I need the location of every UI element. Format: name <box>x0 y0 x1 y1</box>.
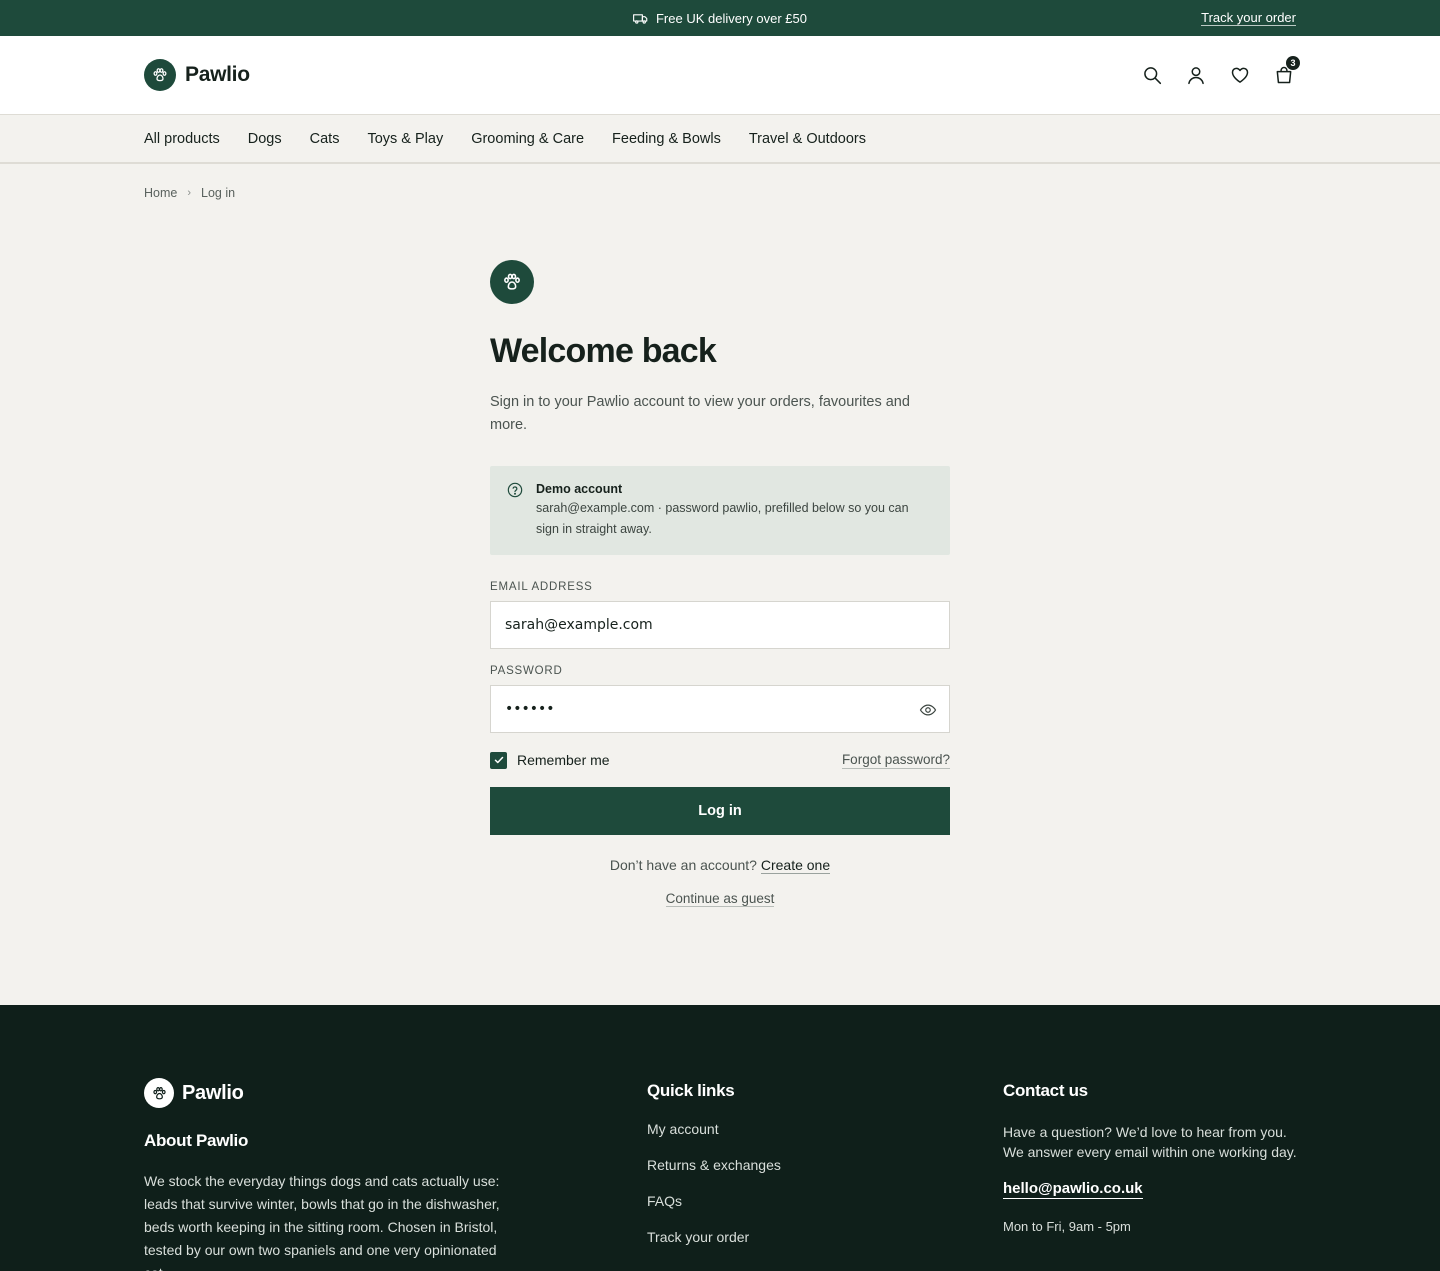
category-nav: All products Dogs Cats Toys & Play Groom… <box>0 114 1440 164</box>
announcement-text: Free UK delivery over £50 <box>655 10 807 26</box>
contact-text: Have a question? We’d love to hear from … <box>1003 1124 1297 1160</box>
about-text: We stock the everyday things dogs and ca… <box>144 1173 500 1271</box>
footer-link-returns[interactable]: Returns & exchanges <box>647 1157 781 1173</box>
quick-links-heading: Quick links <box>647 1081 735 1100</box>
paw-icon <box>144 59 176 91</box>
footer-brand-name: Pawlio <box>182 1081 244 1104</box>
brand-name: Pawlio <box>185 63 250 86</box>
contact-heading: Contact us <box>1003 1081 1088 1100</box>
paw-icon <box>490 260 534 304</box>
remember-label: Remember me <box>517 752 610 768</box>
breadcrumb-current: Log in <box>201 186 236 200</box>
user-icon <box>1188 67 1204 85</box>
password-label: Password <box>490 665 563 677</box>
cart-button[interactable]: 3 <box>1272 56 1300 87</box>
contact-hours: Mon to Fri, 9am - 5pm <box>1003 1219 1131 1234</box>
nav-item-cats[interactable]: Cats <box>310 131 340 147</box>
announcement-message: Free UK delivery over £50 <box>633 11 807 26</box>
breadcrumb-home[interactable]: Home <box>144 186 177 200</box>
header-actions: 3 <box>1140 56 1300 87</box>
announcement-bar: Free UK delivery over £50 Track your ord… <box>0 0 1440 36</box>
truck-icon <box>633 13 648 24</box>
email-label: Email address <box>490 581 593 593</box>
chevron-right-icon: › <box>187 187 192 199</box>
search-button[interactable] <box>1140 63 1164 87</box>
continue-as-guest-link[interactable]: Continue as guest <box>665 891 775 907</box>
footer-about: Pawlio About Pawlio We stock the everyda… <box>144 1078 514 1271</box>
heart-icon <box>1231 67 1249 83</box>
remember-checkbox[interactable] <box>490 751 507 769</box>
nav-item-toys-play[interactable]: Toys & Play <box>367 131 443 147</box>
footer-contact: Contact us Have a question? We’d love to… <box>1003 1081 1303 1234</box>
password-field-wrapper <box>490 685 950 733</box>
help-circle-icon <box>507 482 523 498</box>
site-header: Pawlio 3 <box>0 36 1440 114</box>
guest-prompt: Continue as guest <box>490 891 950 907</box>
contact-email-link[interactable]: hello@pawlio.co.uk <box>1003 1180 1143 1199</box>
signup-prompt: Don’t have an account? Create one <box>490 857 950 874</box>
logo[interactable]: Pawlio <box>144 59 250 91</box>
email-field-wrapper <box>490 601 950 649</box>
account-button[interactable] <box>1184 63 1208 87</box>
footer-link-track-order[interactable]: Track your order <box>647 1229 749 1245</box>
breadcrumb: Home › Log in <box>0 186 1440 200</box>
site-footer: Pawlio About Pawlio We stock the everyda… <box>0 1005 1440 1271</box>
track-order-link[interactable]: Track your order <box>1201 10 1296 26</box>
page-title: Welcome back <box>490 332 717 370</box>
about-heading: About Pawlio <box>144 1131 249 1150</box>
check-icon <box>494 756 503 764</box>
nav-item-all-products[interactable]: All products <box>144 131 220 147</box>
nav-item-dogs[interactable]: Dogs <box>248 131 282 147</box>
login-form: Welcome back Sign in to your Pawlio acco… <box>490 260 950 907</box>
footer-quick-links: Quick links My account Returns & exchang… <box>647 1081 781 1265</box>
nav-item-grooming-care[interactable]: Grooming & Care <box>471 131 584 147</box>
form-options: Remember me Forgot password? <box>490 751 950 769</box>
demo-body: sarah@example.com · password pawlio, pre… <box>536 501 909 536</box>
search-icon <box>1144 67 1162 85</box>
password-field[interactable] <box>505 701 935 717</box>
no-account-text: Don’t have an account? <box>609 857 757 873</box>
forgot-password-link[interactable]: Forgot password? <box>841 751 950 769</box>
eye-icon[interactable] <box>919 701 937 719</box>
footer-logo[interactable]: Pawlio <box>144 1078 514 1108</box>
login-button[interactable]: Log in <box>490 787 950 835</box>
page-subtitle: Sign in to your Pawlio account to view y… <box>490 394 910 433</box>
nav-item-travel-outdoors[interactable]: Travel & Outdoors <box>749 131 866 147</box>
create-account-link[interactable]: Create one <box>760 857 831 874</box>
paw-icon <box>144 1078 174 1108</box>
cart-count-badge: 3 <box>1286 56 1300 70</box>
footer-link-my-account[interactable]: My account <box>647 1121 719 1137</box>
footer-link-faqs[interactable]: FAQs <box>647 1193 682 1209</box>
email-field[interactable] <box>505 617 935 633</box>
demo-account-notice: Demo account sarah@example.com · passwor… <box>490 466 950 555</box>
remember-me[interactable]: Remember me <box>490 751 610 769</box>
demo-title: Demo account <box>536 482 623 496</box>
nav-item-feeding-bowls[interactable]: Feeding & Bowls <box>612 131 721 147</box>
wishlist-button[interactable] <box>1228 63 1252 87</box>
